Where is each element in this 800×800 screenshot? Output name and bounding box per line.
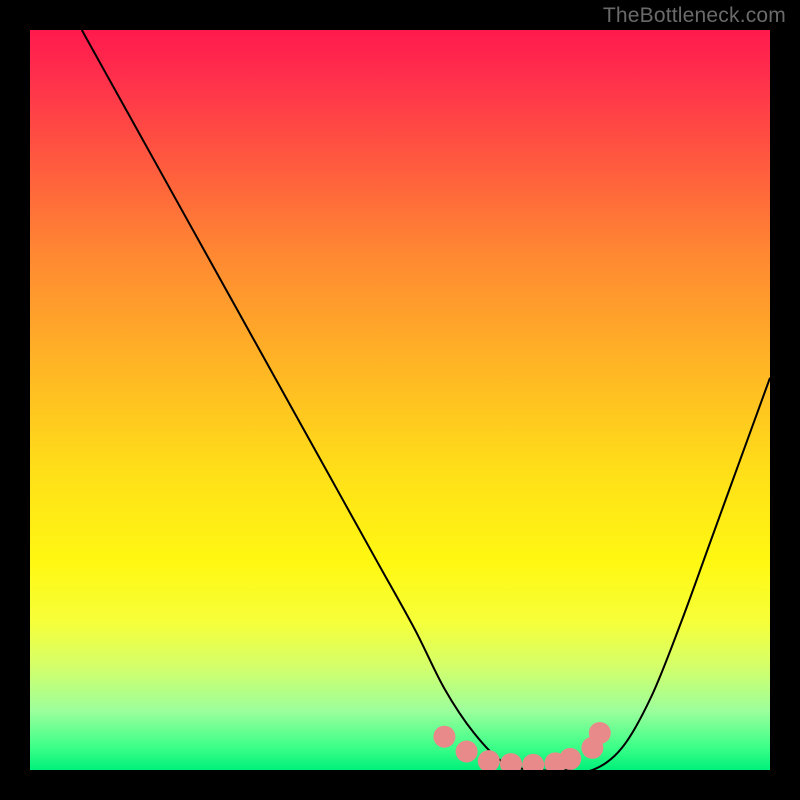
highlight-dot <box>589 722 611 744</box>
bottleneck-curve <box>82 30 770 770</box>
highlight-dot <box>433 726 455 748</box>
highlight-dots-group <box>433 722 610 770</box>
curve-svg <box>30 30 770 770</box>
attribution-label: TheBottleneck.com <box>603 4 786 28</box>
plot-area <box>30 30 770 770</box>
highlight-dot <box>500 753 522 770</box>
highlight-dot <box>478 750 500 770</box>
highlight-dot <box>456 741 478 763</box>
highlight-dot <box>522 754 544 770</box>
highlight-dot <box>559 748 581 770</box>
